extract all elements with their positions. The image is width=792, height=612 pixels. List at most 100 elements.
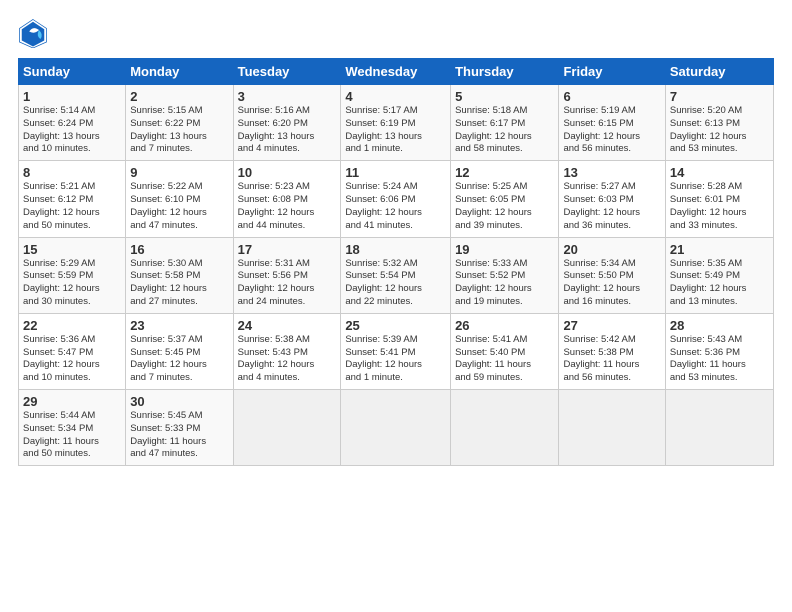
day-cell <box>233 390 341 466</box>
day-detail: Sunrise: 5:14 AM Sunset: 6:24 PM Dayligh… <box>23 105 121 156</box>
day-cell: 7Sunrise: 5:20 AM Sunset: 6:13 PM Daylig… <box>665 85 773 161</box>
day-cell: 15Sunrise: 5:29 AM Sunset: 5:59 PM Dayli… <box>19 237 126 313</box>
day-cell <box>451 390 559 466</box>
day-cell <box>341 390 451 466</box>
day-cell: 8Sunrise: 5:21 AM Sunset: 6:12 PM Daylig… <box>19 161 126 237</box>
day-detail: Sunrise: 5:21 AM Sunset: 6:12 PM Dayligh… <box>23 181 121 232</box>
day-cell: 11Sunrise: 5:24 AM Sunset: 6:06 PM Dayli… <box>341 161 451 237</box>
day-detail: Sunrise: 5:34 AM Sunset: 5:50 PM Dayligh… <box>563 258 660 309</box>
day-detail: Sunrise: 5:31 AM Sunset: 5:56 PM Dayligh… <box>238 258 337 309</box>
day-detail: Sunrise: 5:33 AM Sunset: 5:52 PM Dayligh… <box>455 258 554 309</box>
day-cell: 23Sunrise: 5:37 AM Sunset: 5:45 PM Dayli… <box>126 313 233 389</box>
day-number: 1 <box>23 89 121 104</box>
calendar-header-row: SundayMondayTuesdayWednesdayThursdayFrid… <box>19 59 774 85</box>
day-cell: 28Sunrise: 5:43 AM Sunset: 5:36 PM Dayli… <box>665 313 773 389</box>
day-number: 8 <box>23 165 121 180</box>
day-number: 23 <box>130 318 228 333</box>
day-cell: 20Sunrise: 5:34 AM Sunset: 5:50 PM Dayli… <box>559 237 665 313</box>
week-row-1: 8Sunrise: 5:21 AM Sunset: 6:12 PM Daylig… <box>19 161 774 237</box>
day-cell: 9Sunrise: 5:22 AM Sunset: 6:10 PM Daylig… <box>126 161 233 237</box>
day-cell: 21Sunrise: 5:35 AM Sunset: 5:49 PM Dayli… <box>665 237 773 313</box>
day-number: 11 <box>345 165 446 180</box>
day-number: 22 <box>23 318 121 333</box>
day-cell: 13Sunrise: 5:27 AM Sunset: 6:03 PM Dayli… <box>559 161 665 237</box>
day-number: 29 <box>23 394 121 409</box>
header-sunday: Sunday <box>19 59 126 85</box>
day-detail: Sunrise: 5:18 AM Sunset: 6:17 PM Dayligh… <box>455 105 554 156</box>
day-detail: Sunrise: 5:32 AM Sunset: 5:54 PM Dayligh… <box>345 258 446 309</box>
day-cell: 16Sunrise: 5:30 AM Sunset: 5:58 PM Dayli… <box>126 237 233 313</box>
day-number: 3 <box>238 89 337 104</box>
week-row-0: 1Sunrise: 5:14 AM Sunset: 6:24 PM Daylig… <box>19 85 774 161</box>
day-detail: Sunrise: 5:23 AM Sunset: 6:08 PM Dayligh… <box>238 181 337 232</box>
day-detail: Sunrise: 5:39 AM Sunset: 5:41 PM Dayligh… <box>345 334 446 385</box>
day-detail: Sunrise: 5:25 AM Sunset: 6:05 PM Dayligh… <box>455 181 554 232</box>
day-detail: Sunrise: 5:43 AM Sunset: 5:36 PM Dayligh… <box>670 334 769 385</box>
day-number: 6 <box>563 89 660 104</box>
day-detail: Sunrise: 5:41 AM Sunset: 5:40 PM Dayligh… <box>455 334 554 385</box>
day-number: 4 <box>345 89 446 104</box>
day-cell <box>665 390 773 466</box>
day-detail: Sunrise: 5:24 AM Sunset: 6:06 PM Dayligh… <box>345 181 446 232</box>
day-detail: Sunrise: 5:42 AM Sunset: 5:38 PM Dayligh… <box>563 334 660 385</box>
day-detail: Sunrise: 5:38 AM Sunset: 5:43 PM Dayligh… <box>238 334 337 385</box>
day-detail: Sunrise: 5:17 AM Sunset: 6:19 PM Dayligh… <box>345 105 446 156</box>
header-wednesday: Wednesday <box>341 59 451 85</box>
day-number: 16 <box>130 242 228 257</box>
day-number: 12 <box>455 165 554 180</box>
day-cell <box>559 390 665 466</box>
day-number: 5 <box>455 89 554 104</box>
header-monday: Monday <box>126 59 233 85</box>
day-detail: Sunrise: 5:35 AM Sunset: 5:49 PM Dayligh… <box>670 258 769 309</box>
day-number: 21 <box>670 242 769 257</box>
day-cell: 17Sunrise: 5:31 AM Sunset: 5:56 PM Dayli… <box>233 237 341 313</box>
day-cell: 14Sunrise: 5:28 AM Sunset: 6:01 PM Dayli… <box>665 161 773 237</box>
week-row-4: 29Sunrise: 5:44 AM Sunset: 5:34 PM Dayli… <box>19 390 774 466</box>
day-number: 9 <box>130 165 228 180</box>
day-number: 27 <box>563 318 660 333</box>
day-number: 18 <box>345 242 446 257</box>
day-detail: Sunrise: 5:37 AM Sunset: 5:45 PM Dayligh… <box>130 334 228 385</box>
header-tuesday: Tuesday <box>233 59 341 85</box>
day-cell: 29Sunrise: 5:44 AM Sunset: 5:34 PM Dayli… <box>19 390 126 466</box>
logo-icon <box>18 18 48 48</box>
day-detail: Sunrise: 5:16 AM Sunset: 6:20 PM Dayligh… <box>238 105 337 156</box>
day-cell: 10Sunrise: 5:23 AM Sunset: 6:08 PM Dayli… <box>233 161 341 237</box>
day-number: 25 <box>345 318 446 333</box>
header-saturday: Saturday <box>665 59 773 85</box>
day-detail: Sunrise: 5:29 AM Sunset: 5:59 PM Dayligh… <box>23 258 121 309</box>
day-cell: 26Sunrise: 5:41 AM Sunset: 5:40 PM Dayli… <box>451 313 559 389</box>
day-number: 13 <box>563 165 660 180</box>
day-detail: Sunrise: 5:22 AM Sunset: 6:10 PM Dayligh… <box>130 181 228 232</box>
header-thursday: Thursday <box>451 59 559 85</box>
day-cell: 19Sunrise: 5:33 AM Sunset: 5:52 PM Dayli… <box>451 237 559 313</box>
day-detail: Sunrise: 5:20 AM Sunset: 6:13 PM Dayligh… <box>670 105 769 156</box>
day-number: 7 <box>670 89 769 104</box>
day-cell: 30Sunrise: 5:45 AM Sunset: 5:33 PM Dayli… <box>126 390 233 466</box>
day-detail: Sunrise: 5:27 AM Sunset: 6:03 PM Dayligh… <box>563 181 660 232</box>
day-detail: Sunrise: 5:30 AM Sunset: 5:58 PM Dayligh… <box>130 258 228 309</box>
header-friday: Friday <box>559 59 665 85</box>
day-detail: Sunrise: 5:45 AM Sunset: 5:33 PM Dayligh… <box>130 410 228 461</box>
day-cell: 6Sunrise: 5:19 AM Sunset: 6:15 PM Daylig… <box>559 85 665 161</box>
calendar-table: SundayMondayTuesdayWednesdayThursdayFrid… <box>18 58 774 466</box>
day-number: 20 <box>563 242 660 257</box>
day-number: 26 <box>455 318 554 333</box>
day-number: 2 <box>130 89 228 104</box>
day-cell: 12Sunrise: 5:25 AM Sunset: 6:05 PM Dayli… <box>451 161 559 237</box>
logo <box>18 18 52 48</box>
day-cell: 5Sunrise: 5:18 AM Sunset: 6:17 PM Daylig… <box>451 85 559 161</box>
day-detail: Sunrise: 5:28 AM Sunset: 6:01 PM Dayligh… <box>670 181 769 232</box>
day-number: 24 <box>238 318 337 333</box>
day-cell: 27Sunrise: 5:42 AM Sunset: 5:38 PM Dayli… <box>559 313 665 389</box>
day-number: 10 <box>238 165 337 180</box>
calendar-page: SundayMondayTuesdayWednesdayThursdayFrid… <box>0 0 792 612</box>
day-detail: Sunrise: 5:44 AM Sunset: 5:34 PM Dayligh… <box>23 410 121 461</box>
week-row-2: 15Sunrise: 5:29 AM Sunset: 5:59 PM Dayli… <box>19 237 774 313</box>
day-detail: Sunrise: 5:15 AM Sunset: 6:22 PM Dayligh… <box>130 105 228 156</box>
day-cell: 1Sunrise: 5:14 AM Sunset: 6:24 PM Daylig… <box>19 85 126 161</box>
day-cell: 24Sunrise: 5:38 AM Sunset: 5:43 PM Dayli… <box>233 313 341 389</box>
day-cell: 25Sunrise: 5:39 AM Sunset: 5:41 PM Dayli… <box>341 313 451 389</box>
day-cell: 3Sunrise: 5:16 AM Sunset: 6:20 PM Daylig… <box>233 85 341 161</box>
day-cell: 18Sunrise: 5:32 AM Sunset: 5:54 PM Dayli… <box>341 237 451 313</box>
